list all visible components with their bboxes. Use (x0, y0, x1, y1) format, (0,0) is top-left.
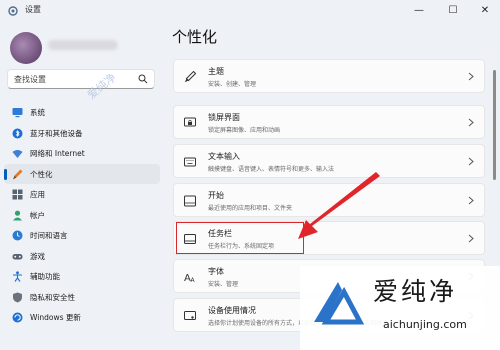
watermark-url: aichunjing.com (383, 318, 467, 331)
settings-window: 设置 — ☐ ✕ 查找设置 系统 蓝牙和其他设备 网络和 Internet 个性… (0, 0, 500, 350)
watermark-logo-text: 爱纯净 (373, 277, 458, 306)
watermark-logo-icon (314, 282, 365, 325)
